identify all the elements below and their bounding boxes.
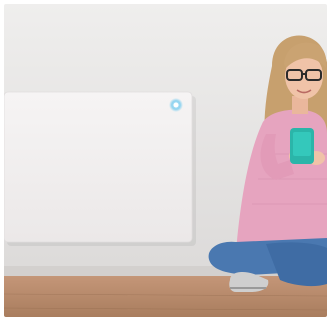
- product-photo: [4, 4, 327, 317]
- panel-heater: [4, 91, 193, 243]
- wooden-floor: [4, 276, 327, 317]
- photo-illustration: [4, 4, 327, 317]
